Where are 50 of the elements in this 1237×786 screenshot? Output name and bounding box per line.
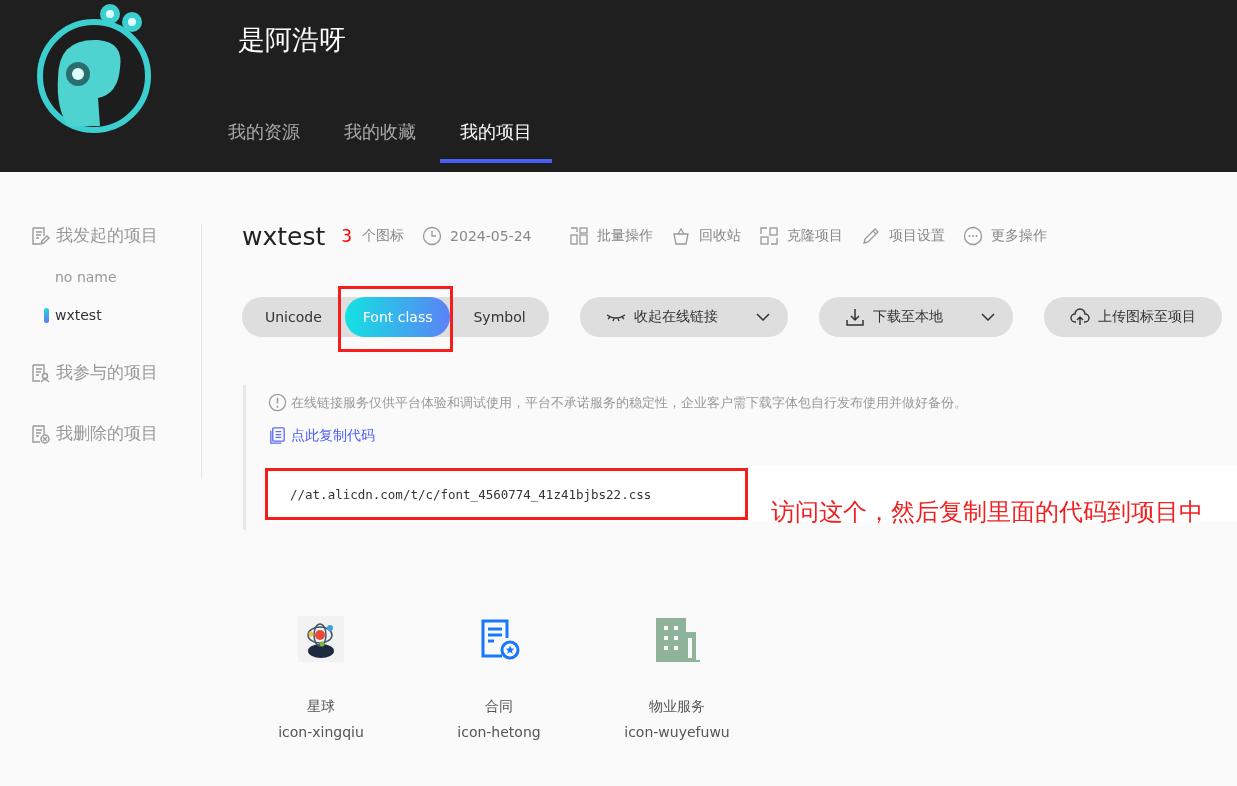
action-link[interactable]: 克隆项目 xyxy=(787,227,844,245)
toolbar-button[interactable]: 下载至本地 xyxy=(818,297,1013,337)
grid-icon xyxy=(569,226,590,246)
clock-icon xyxy=(422,226,443,246)
css-url: //at.alicdn.com/t/c/font_4560774_41z41bjbs22.css xyxy=(290,486,652,502)
caret-icon xyxy=(980,313,995,321)
copy-code-link[interactable]: 点此复制代码 xyxy=(291,426,375,445)
created-date: 2024-05-24 xyxy=(450,228,532,244)
more-icon xyxy=(963,226,984,246)
sidebar-item[interactable]: wxtest xyxy=(55,307,102,323)
basket-icon xyxy=(671,226,692,246)
upload-icon xyxy=(1069,307,1090,327)
format-tab[interactable]: Symbol xyxy=(450,297,549,337)
username: 是阿浩呀 xyxy=(238,23,347,57)
caret-icon xyxy=(755,313,770,321)
icon-name: 物业服务 xyxy=(649,698,705,716)
icon-count-label: 个图标 xyxy=(362,227,405,245)
format-tab[interactable]: Font class xyxy=(344,297,451,337)
action-link[interactable]: 批量操作 xyxy=(597,227,654,245)
project-title: wxtest xyxy=(242,221,326,251)
sidebar-group-title[interactable]: 我发起的项目 xyxy=(56,224,158,247)
document-pen-icon xyxy=(30,225,50,246)
sidebar-group-title[interactable]: 我参与的项目 xyxy=(56,361,158,384)
document-x-icon xyxy=(30,423,50,444)
action-link[interactable]: 项目设置 xyxy=(889,227,946,245)
notice-text: 在线链接服务仅供平台体验和调试使用，平台不承诺服务的稳定性，企业客户需下载字体包自行发布使用并做好备份。 xyxy=(291,393,967,412)
nav-tab[interactable]: 我的项目 xyxy=(440,110,552,163)
action-link[interactable]: 回收站 xyxy=(699,227,742,245)
info-icon xyxy=(268,393,287,412)
document-person-icon xyxy=(30,362,50,383)
icon-class-name: icon-wuyefuwu xyxy=(624,724,730,740)
icon-count: 3 xyxy=(341,226,353,246)
format-tab[interactable]: Unicode xyxy=(242,297,345,337)
annotation-text: 访问这个，然后复制里面的代码到项目中 xyxy=(771,497,1203,528)
download-icon xyxy=(844,307,865,327)
toolbar-button[interactable]: 收起在线链接 xyxy=(579,297,788,337)
nav-tab[interactable]: 我的资源 xyxy=(208,110,320,163)
icon-class-name: icon-hetong xyxy=(457,724,541,740)
icon-name: 星球 xyxy=(307,698,335,716)
sidebar-group-title[interactable]: 我删除的项目 xyxy=(56,422,158,445)
action-link[interactable]: 更多操作 xyxy=(991,227,1048,245)
sidebar-item[interactable]: no name xyxy=(55,269,117,285)
planet-icon xyxy=(298,616,344,662)
nav-tab[interactable]: 我的收藏 xyxy=(324,110,436,163)
icon-name: 合同 xyxy=(485,698,513,716)
icon-class-name: icon-xingqiu xyxy=(278,724,364,740)
copy-icon xyxy=(268,426,287,445)
squares-icon xyxy=(759,226,780,246)
toolbar-button[interactable]: 上传图标至项目 xyxy=(1043,297,1222,337)
building-icon xyxy=(654,616,700,662)
